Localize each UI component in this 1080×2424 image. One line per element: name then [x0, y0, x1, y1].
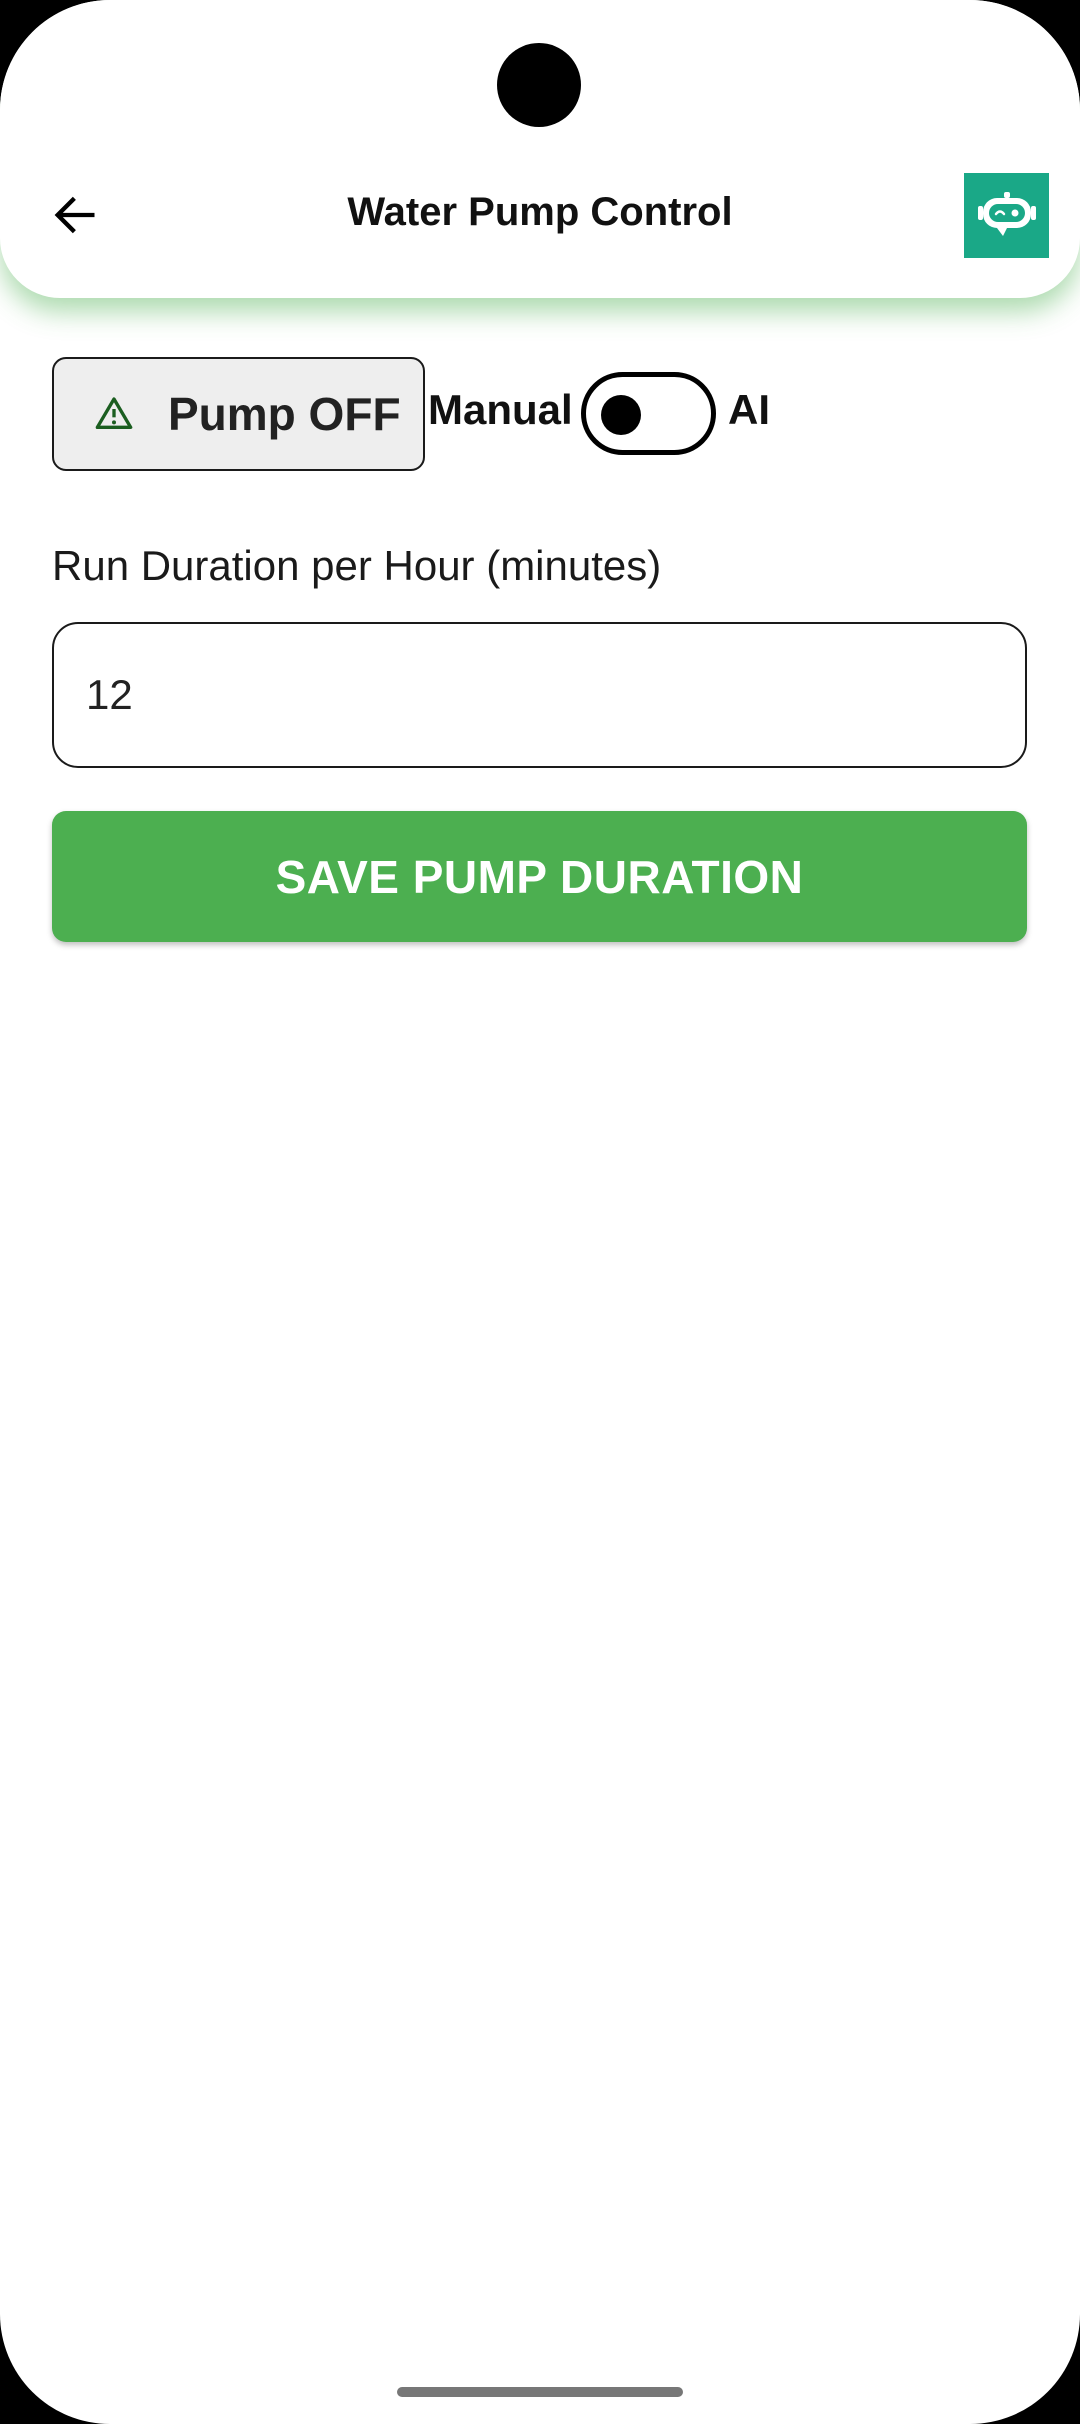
- duration-input[interactable]: [52, 622, 1027, 768]
- save-pump-duration-button[interactable]: SAVE PUMP DURATION: [52, 811, 1027, 942]
- page-title: Water Pump Control: [347, 190, 733, 234]
- warning-triangle-icon: [92, 392, 136, 436]
- mode-ai-label: AI: [728, 386, 770, 433]
- app-screen: Water Pump Control Pump OFF Manual AI Ru…: [0, 0, 1080, 2424]
- pump-status-label: Pump OFF: [168, 388, 401, 440]
- main-content: Pump OFF Manual AI Run Duration per Hour…: [0, 0, 1080, 2424]
- mode-manual-label: Manual: [428, 386, 573, 433]
- assistant-button[interactable]: [964, 173, 1049, 258]
- mode-switch[interactable]: [581, 372, 716, 455]
- front-camera: [497, 43, 581, 127]
- mode-switch-knob: [601, 395, 641, 435]
- duration-label: Run Duration per Hour (minutes): [52, 542, 662, 589]
- robot-chat-icon: [977, 191, 1036, 236]
- app-bar: Water Pump Control: [0, 0, 1080, 298]
- pump-toggle-button[interactable]: Pump OFF: [52, 357, 425, 471]
